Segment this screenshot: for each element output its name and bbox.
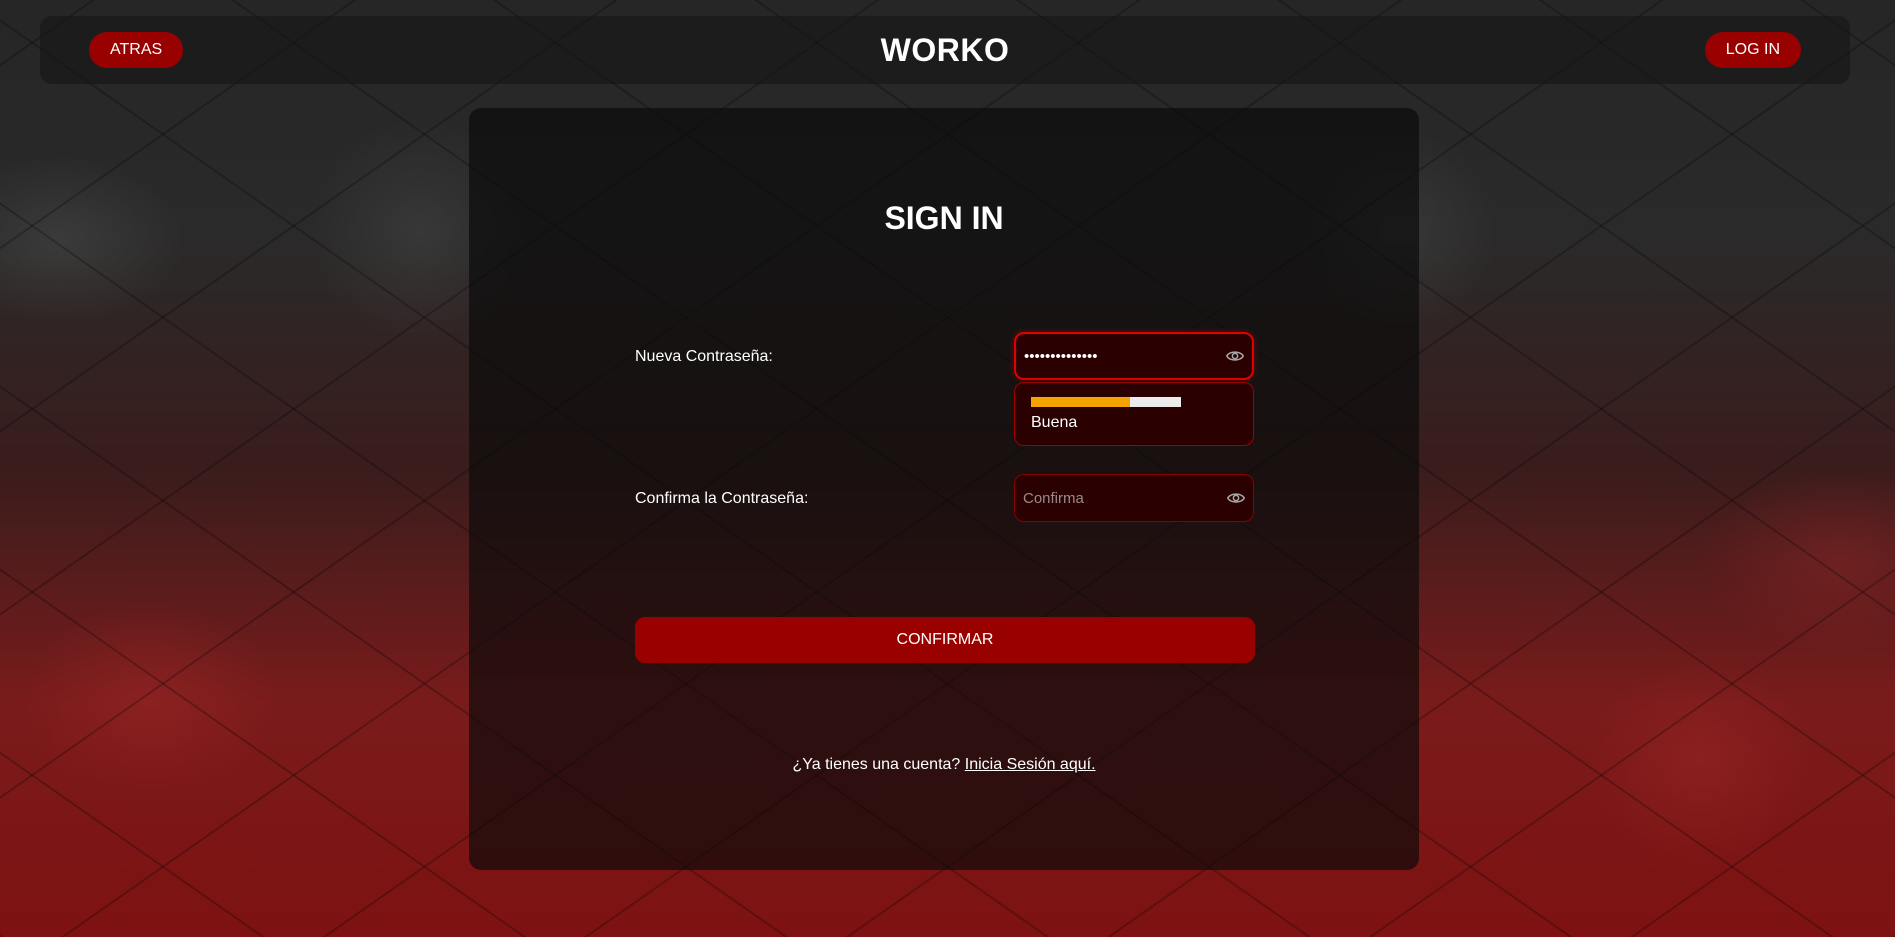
strength-meter <box>1031 397 1181 407</box>
brand-logo: WORKO <box>880 32 1010 68</box>
confirm-button[interactable]: CONFIRMAR <box>635 617 1255 663</box>
new-password-label: Nueva Contraseña: <box>635 348 773 365</box>
new-password-field <box>1014 332 1254 380</box>
login-prompt-text: ¿Ya tienes una cuenta? <box>792 756 961 773</box>
top-navbar: ATRAS WORKO LOG IN <box>40 16 1850 84</box>
eye-icon[interactable] <box>1227 489 1245 507</box>
confirm-password-field <box>1014 474 1254 522</box>
confirm-password-label: Confirma la Contraseña: <box>635 490 809 507</box>
confirm-password-input[interactable] <box>1023 475 1213 521</box>
new-password-input[interactable] <box>1024 334 1214 378</box>
eye-icon[interactable] <box>1226 347 1244 365</box>
signin-card: SIGN IN Nueva Contraseña: Buena Confirma… <box>469 108 1419 870</box>
login-prompt: ¿Ya tienes una cuenta? Inicia Sesión aqu… <box>469 756 1419 774</box>
login-button[interactable]: LOG IN <box>1704 32 1801 68</box>
strength-label: Buena <box>1031 414 1078 431</box>
password-strength-popup: Buena <box>1014 382 1254 446</box>
strength-meter-fill <box>1031 397 1130 407</box>
page-title: SIGN IN <box>884 200 1004 236</box>
login-link[interactable]: Inicia Sesión aquí. <box>965 756 1096 773</box>
